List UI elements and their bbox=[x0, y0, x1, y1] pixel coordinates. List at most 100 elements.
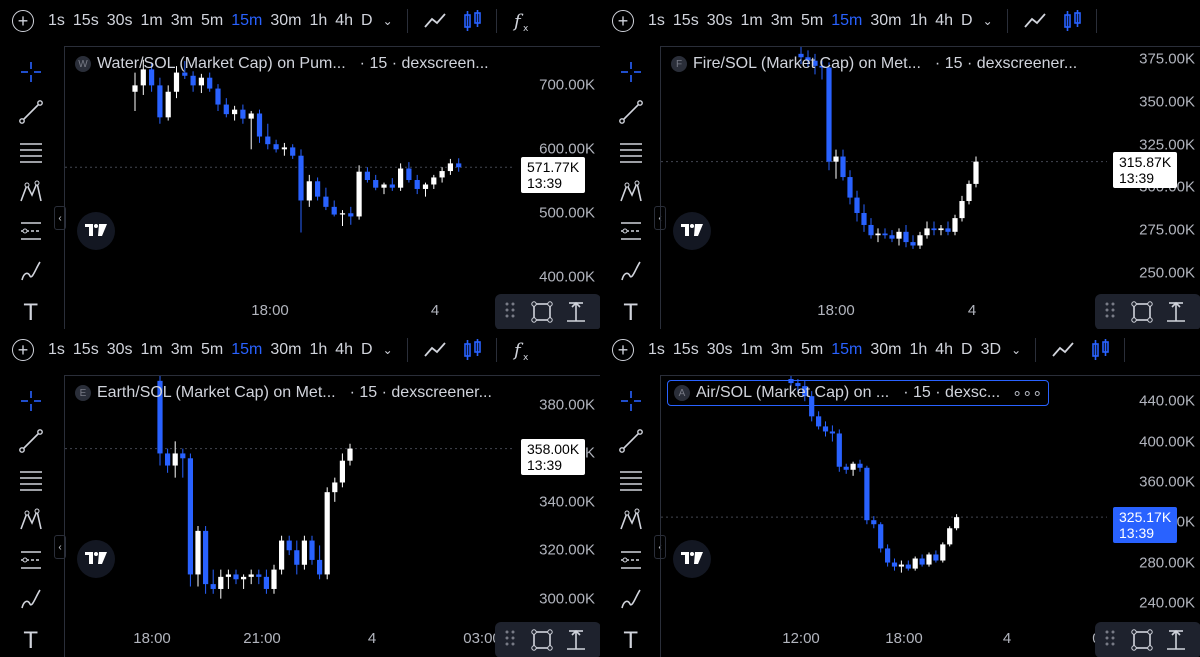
price-axis[interactable]: 380.00K360.00K340.00K320.00K300.00K bbox=[515, 376, 600, 618]
timeframe-1h[interactable]: 1h bbox=[909, 12, 927, 30]
pattern-icon[interactable] bbox=[13, 502, 49, 538]
more-options-icon[interactable]: ∘∘∘ bbox=[1012, 383, 1042, 403]
fx-indicators-icon[interactable]: fx bbox=[511, 8, 537, 34]
tradingview-logo[interactable] bbox=[77, 212, 115, 250]
candles-icon[interactable] bbox=[460, 337, 486, 363]
price-chart[interactable]: F Fire/SOL (Market Cap) on Met... · 15 · d… bbox=[660, 46, 1200, 329]
timeframe-3m[interactable]: 3m bbox=[771, 12, 793, 30]
drag-handle-icon[interactable] bbox=[497, 627, 523, 653]
timeframe-15s[interactable]: 15s bbox=[73, 12, 99, 30]
timeframe-30m[interactable]: 30m bbox=[270, 341, 301, 359]
timeframe-1m[interactable]: 1m bbox=[741, 12, 763, 30]
timeframe-30m[interactable]: 30m bbox=[870, 341, 901, 359]
text-icon[interactable]: T bbox=[613, 293, 649, 329]
brush-icon[interactable] bbox=[13, 253, 49, 289]
timeframe-15m[interactable]: 15m bbox=[831, 12, 862, 30]
drag-handle-icon[interactable] bbox=[1097, 299, 1123, 325]
symbol-legend[interactable]: A Air/SOL (Market Cap) on ... · 15 · dexsc… bbox=[667, 380, 1050, 406]
timeframe-4h[interactable]: 4h bbox=[335, 12, 353, 30]
crosshair-icon[interactable] bbox=[613, 383, 649, 419]
brush-icon[interactable] bbox=[613, 253, 649, 289]
timeframe-3D[interactable]: 3D bbox=[981, 341, 1001, 359]
measure-box-icon[interactable] bbox=[1129, 627, 1155, 653]
symbol-legend[interactable]: W Water/SOL (Market Cap) on Pum... · 15 · … bbox=[75, 55, 489, 73]
trendline-icon[interactable] bbox=[13, 423, 49, 459]
timeframe-4h[interactable]: 4h bbox=[935, 341, 953, 359]
timeframe-1s[interactable]: 1s bbox=[648, 12, 665, 30]
chevron-down-icon[interactable]: ⌄ bbox=[983, 14, 993, 28]
timeframe-15m[interactable]: 15m bbox=[231, 341, 262, 359]
timeframe-30s[interactable]: 30s bbox=[707, 12, 733, 30]
drag-handle-icon[interactable] bbox=[497, 299, 523, 325]
timeframe-3m[interactable]: 3m bbox=[171, 12, 193, 30]
measure-box-icon[interactable] bbox=[529, 627, 555, 653]
timeframe-1m[interactable]: 1m bbox=[741, 341, 763, 359]
horizontal-lines-icon[interactable] bbox=[13, 462, 49, 498]
timeframe-1m[interactable]: 1m bbox=[141, 341, 163, 359]
horizontal-lines-icon[interactable] bbox=[613, 134, 649, 170]
timeframe-15m[interactable]: 15m bbox=[831, 341, 862, 359]
fib-icon[interactable] bbox=[13, 213, 49, 249]
crosshair-icon[interactable] bbox=[613, 54, 649, 90]
timeframe-1m[interactable]: 1m bbox=[141, 12, 163, 30]
text-icon[interactable]: T bbox=[613, 621, 649, 657]
crosshair-icon[interactable] bbox=[13, 54, 49, 90]
timeframe-1h[interactable]: 1h bbox=[309, 12, 327, 30]
price-chart[interactable]: W Water/SOL (Market Cap) on Pum... · 15 · … bbox=[64, 46, 600, 329]
line-chart-icon[interactable] bbox=[1050, 337, 1076, 363]
timeframe-1h[interactable]: 1h bbox=[909, 341, 927, 359]
horizontal-lines-icon[interactable] bbox=[13, 134, 49, 170]
text-icon[interactable]: T bbox=[13, 621, 49, 657]
horizontal-lines-icon[interactable] bbox=[613, 462, 649, 498]
timeframe-5m[interactable]: 5m bbox=[801, 12, 823, 30]
price-chart[interactable]: A Air/SOL (Market Cap) on ... · 15 · dexsc… bbox=[660, 375, 1200, 657]
ruler-icon[interactable] bbox=[563, 627, 589, 653]
symbol-legend[interactable]: E Earth/SOL (Market Cap) on Met... · 15 · … bbox=[75, 384, 492, 402]
ruler-icon[interactable] bbox=[563, 299, 589, 325]
tradingview-logo[interactable] bbox=[77, 540, 115, 578]
timeframe-5m[interactable]: 5m bbox=[201, 12, 223, 30]
tradingview-logo[interactable] bbox=[673, 212, 711, 250]
drag-handle-icon[interactable] bbox=[1097, 627, 1123, 653]
price-chart[interactable]: E Earth/SOL (Market Cap) on Met... · 15 · … bbox=[64, 375, 600, 657]
line-chart-icon[interactable] bbox=[1022, 8, 1048, 34]
timeframe-3m[interactable]: 3m bbox=[771, 341, 793, 359]
timeframe-30s[interactable]: 30s bbox=[707, 341, 733, 359]
ruler-icon[interactable] bbox=[1163, 627, 1189, 653]
fib-icon[interactable] bbox=[613, 542, 649, 578]
brush-icon[interactable] bbox=[13, 582, 49, 618]
chevron-down-icon[interactable]: ⌄ bbox=[383, 343, 393, 357]
timeframe-4h[interactable]: 4h bbox=[935, 12, 953, 30]
trendline-icon[interactable] bbox=[13, 94, 49, 130]
timeframe-5m[interactable]: 5m bbox=[201, 341, 223, 359]
candles-icon[interactable] bbox=[460, 8, 486, 34]
timeframe-1s[interactable]: 1s bbox=[648, 341, 665, 359]
candles-icon[interactable] bbox=[1088, 337, 1114, 363]
timeframe-1s[interactable]: 1s bbox=[48, 12, 65, 30]
timeframe-1s[interactable]: 1s bbox=[48, 341, 65, 359]
timeframe-15s[interactable]: 15s bbox=[73, 341, 99, 359]
pattern-icon[interactable] bbox=[13, 174, 49, 210]
fx-indicators-icon[interactable]: fx bbox=[511, 337, 537, 363]
fib-icon[interactable] bbox=[13, 542, 49, 578]
timeframe-30m[interactable]: 30m bbox=[870, 12, 901, 30]
brush-icon[interactable] bbox=[613, 582, 649, 618]
trendline-icon[interactable] bbox=[613, 423, 649, 459]
chevron-down-icon[interactable]: ⌄ bbox=[1011, 343, 1021, 357]
timeframe-D[interactable]: D bbox=[361, 341, 373, 359]
price-axis[interactable]: 440.00K400.00K360.00K320.00K280.00K240.0… bbox=[1107, 376, 1200, 618]
pattern-icon[interactable] bbox=[613, 174, 649, 210]
fib-icon[interactable] bbox=[613, 213, 649, 249]
timeframe-D[interactable]: D bbox=[961, 12, 973, 30]
timeframe-3m[interactable]: 3m bbox=[171, 341, 193, 359]
symbol-legend[interactable]: F Fire/SOL (Market Cap) on Met... · 15 · d… bbox=[671, 55, 1077, 73]
timeframe-15s[interactable]: 15s bbox=[673, 341, 699, 359]
plus-circle-icon[interactable]: + bbox=[12, 339, 34, 361]
plus-circle-icon[interactable]: + bbox=[612, 10, 634, 32]
trendline-icon[interactable] bbox=[613, 94, 649, 130]
pattern-icon[interactable] bbox=[613, 502, 649, 538]
chevron-down-icon[interactable]: ⌄ bbox=[383, 14, 393, 28]
measure-box-icon[interactable] bbox=[1129, 299, 1155, 325]
timeframe-5m[interactable]: 5m bbox=[801, 341, 823, 359]
timeframe-4h[interactable]: 4h bbox=[335, 341, 353, 359]
